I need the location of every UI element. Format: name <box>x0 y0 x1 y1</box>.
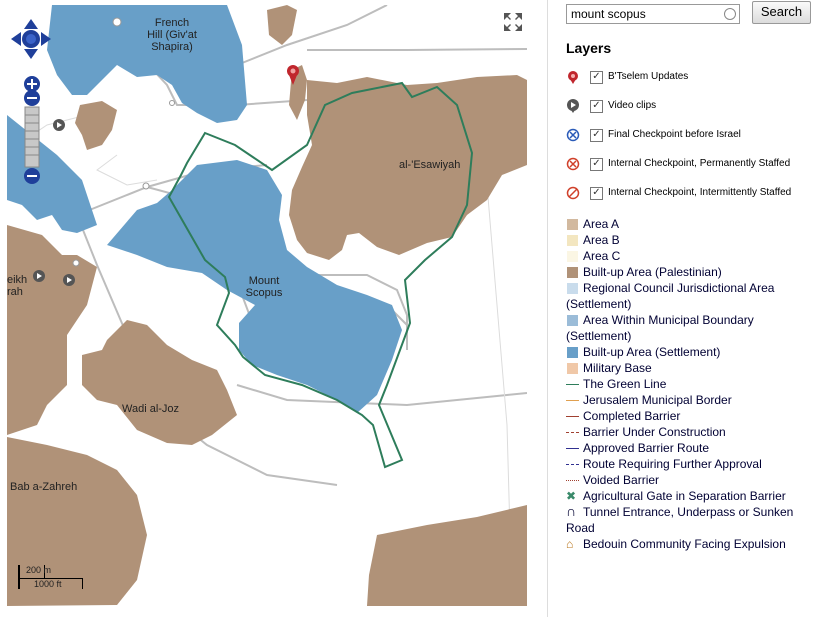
layer-checkbox[interactable]: ✓ <box>590 187 603 200</box>
legend-line <box>566 480 579 481</box>
place-label-french-hill: French Hill (Giv'at Shapira) <box>147 17 197 53</box>
layer-label: B'Tselem Updates <box>608 71 689 82</box>
place-label-sheikh-jarrah: eikh rah <box>7 274 28 298</box>
scale-imperial: 1000 ft <box>34 579 62 589</box>
layer-label: Final Checkpoint before Israel <box>608 129 741 140</box>
search-button[interactable]: Search <box>752 1 811 24</box>
legend-tunnel: ∩ Tunnel Entrance, Underpass or Sunken Ro… <box>566 503 794 535</box>
blue-x-checkpoint-icon <box>566 128 580 142</box>
legend-regional-council: Regional Council Jurisdictional Area (Se… <box>566 281 775 311</box>
agricultural-gate-icon: ✖ <box>566 489 577 503</box>
legend-swatch <box>567 347 578 358</box>
place-label-mount-scopus: Mount Scopus <box>245 275 283 299</box>
legend-military-base: Military Base <box>566 360 816 376</box>
place-label-bab-a-zahreh: Bab a-Zahreh <box>10 481 78 493</box>
pan-down-icon <box>24 49 38 59</box>
video-marker-1[interactable] <box>53 119 65 131</box>
legend-agricultural-gate: ✖ Agricultural Gate in Separation Barrier <box>566 489 786 503</box>
video-marker-3[interactable] <box>63 274 75 286</box>
legend-line <box>566 432 579 433</box>
legend-municipal-border: Jerusalem Municipal Border <box>566 392 816 408</box>
layer-checkbox[interactable]: ✓ <box>590 129 603 142</box>
side-panel: mount scopus Search Layers ✓ B'Tselem Up… <box>547 0 820 617</box>
scale-metric: 200 m <box>26 565 52 575</box>
legend-swatch <box>567 283 578 294</box>
legend-area-b: Area B <box>566 232 816 248</box>
map-legend: Area A Area B Area C Built-up Area (Pale… <box>566 216 816 552</box>
legend-voided-barrier: Voided Barrier <box>566 472 816 488</box>
legend-bedouin: ⌂ Bedouin Community Facing Expulsion <box>566 537 786 551</box>
zoom-slider[interactable] <box>23 75 41 187</box>
tunnel-icon: ∩ <box>566 503 577 519</box>
legend-green-line: The Green Line <box>566 376 816 392</box>
scale-bar: 200 m 1000 ft <box>16 565 96 595</box>
legend-builtup-palestinian: Built-up Area (Palestinian) <box>566 264 816 280</box>
legend-line <box>566 416 579 417</box>
legend-line <box>566 464 579 465</box>
legend-swatch <box>567 363 578 374</box>
red-slash-checkpoint-icon <box>566 186 580 200</box>
legend-swatch <box>567 219 578 230</box>
search-input[interactable]: mount scopus <box>566 4 740 24</box>
legend-municipal-boundary: Area Within Municipal Boundary (Settleme… <box>566 313 754 343</box>
legend-area-c: Area C <box>566 248 816 264</box>
legend-completed-barrier: Completed Barrier <box>566 408 816 424</box>
layer-checkbox[interactable]: ✓ <box>590 100 603 113</box>
layer-label: Internal Checkpoint, Intermittently Staf… <box>608 187 792 198</box>
legend-swatch <box>567 315 578 326</box>
search-clear-icon[interactable] <box>724 8 736 20</box>
legend-area-a: Area A <box>566 216 816 232</box>
place-label-wadi-al-joz: Wadi al-Joz <box>122 403 180 415</box>
legend-builtup-settlement: Built-up Area (Settlement) <box>566 344 816 360</box>
pan-right-icon <box>41 32 51 46</box>
red-x-checkpoint-icon <box>566 157 580 171</box>
layer-checkbox[interactable]: ✓ <box>590 71 603 84</box>
map-canvas[interactable]: French Hill (Giv'at Shapira) al-'Esawiya… <box>7 5 527 606</box>
video-marker-2[interactable] <box>33 270 45 282</box>
legend-line <box>566 400 579 401</box>
legend-swatch <box>567 235 578 246</box>
map-base-layer <box>7 5 527 606</box>
legend-barrier-construction: Barrier Under Construction <box>566 424 816 440</box>
pan-left-icon <box>11 32 21 46</box>
layer-checkbox[interactable]: ✓ <box>590 158 603 171</box>
fullscreen-icon[interactable] <box>502 11 524 33</box>
legend-swatch <box>567 251 578 262</box>
layer-label: Video clips <box>608 100 657 111</box>
pan-up-icon <box>24 19 38 29</box>
video-play-icon <box>567 99 579 113</box>
pan-control[interactable] <box>11 19 51 59</box>
place-label-al-esawiyah: al-'Esawiyah <box>399 159 461 171</box>
legend-line <box>566 384 579 385</box>
legend-swatch <box>567 267 578 278</box>
bedouin-tent-icon: ⌂ <box>566 537 574 551</box>
legend-line <box>566 448 579 449</box>
legend-further-approval: Route Requiring Further Approval <box>566 456 816 472</box>
red-pin-icon <box>568 71 578 84</box>
layer-label: Internal Checkpoint, Permanently Staffed <box>608 158 791 169</box>
legend-approved-route: Approved Barrier Route <box>566 440 816 456</box>
layers-title: Layers <box>566 40 612 56</box>
